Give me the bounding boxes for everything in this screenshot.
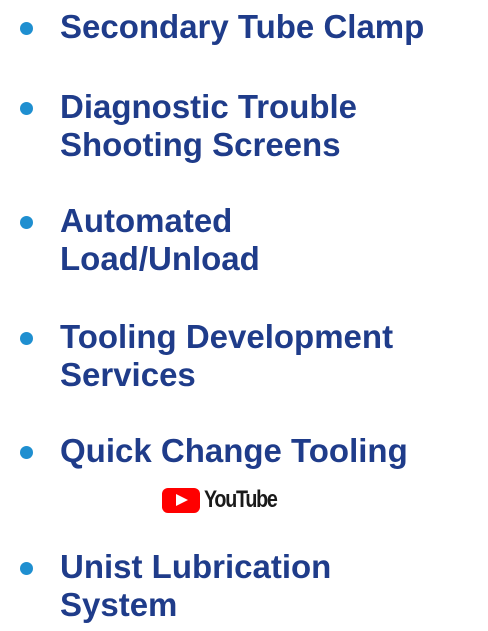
bullet-icon [20,22,33,35]
feature-label: Quick Change Tooling [60,432,408,469]
bullet-icon [20,216,33,229]
feature-label: Diagnostic Trouble Shooting Screens [60,88,358,163]
bullet-icon [20,446,33,459]
bullet-icon [20,562,33,575]
feature-list: Secondary Tube Clamp Diagnostic Trouble … [0,0,488,631]
bullet-icon [20,332,33,345]
bullet-icon [20,102,33,115]
youtube-play-icon [162,487,200,513]
feature-label: Unist Lubrication System [60,548,332,623]
youtube-link[interactable]: YouTube [162,486,293,514]
feature-label: Tooling Development Services [60,318,394,393]
feature-label: Secondary Tube Clamp [60,8,425,45]
feature-label: Automated Load/Unload [60,202,260,277]
youtube-wordmark: YouTube [204,486,278,513]
